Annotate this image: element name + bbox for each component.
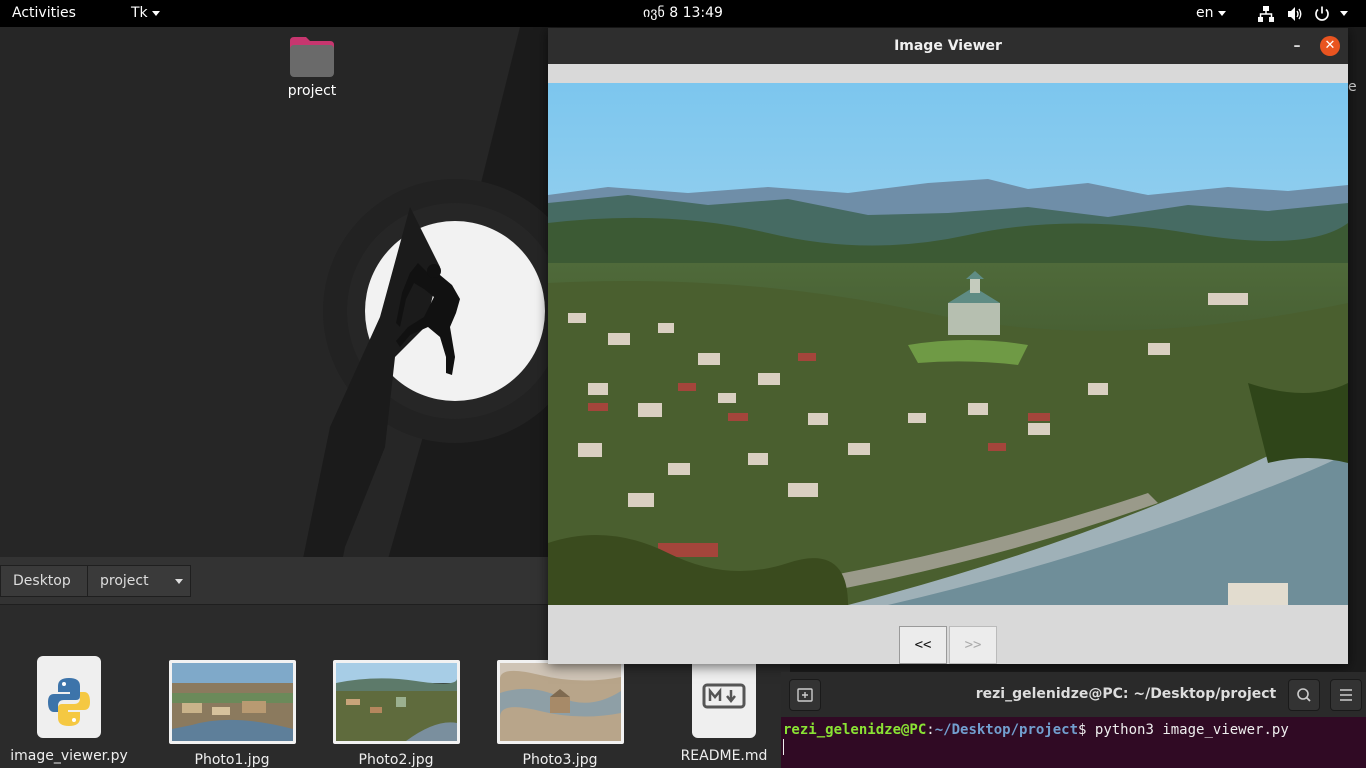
file-label: Photo1.jpg [194, 752, 270, 768]
displayed-photo [548, 83, 1348, 605]
hamburger-menu-icon [1340, 689, 1352, 701]
breadcrumb-project-label: project [100, 573, 149, 589]
search-button[interactable] [1288, 679, 1320, 711]
markdown-file-icon [692, 656, 756, 738]
prompt-user: rezi_gelenidze@PC [783, 722, 927, 738]
menu-button[interactable] [1330, 679, 1362, 711]
minimize-icon: – [1293, 38, 1301, 54]
image-thumbnail [496, 660, 624, 744]
photo2-thumbnail-image [335, 663, 457, 741]
top-bar: Activities Tk ივნ 8 13:49 en [0, 0, 1366, 27]
language-label: en [1196, 5, 1214, 21]
file-label: image_viewer.py [10, 748, 128, 764]
close-icon: ✕ [1324, 38, 1336, 53]
file-image-viewer-py[interactable]: image_viewer.py [8, 656, 130, 764]
app-menu-label: Tk [131, 5, 148, 21]
image-viewer-window: Image Viewer – ✕ << >> [548, 28, 1348, 664]
terminal-command: python3 image_viewer.py [1094, 722, 1289, 738]
desktop-edge-text: e [1348, 79, 1357, 95]
power-icon[interactable] [1313, 5, 1331, 23]
desktop-folder-project[interactable]: project [282, 35, 342, 99]
search-icon [1297, 688, 1311, 702]
photo1-thumbnail-image [171, 663, 293, 741]
activities-button[interactable]: Activities [12, 0, 76, 27]
file-label: Photo2.jpg [358, 752, 434, 768]
file-photo1[interactable]: Photo1.jpg [166, 660, 298, 768]
app-menu[interactable]: Tk [131, 0, 160, 27]
terminal-output[interactable]: rezi_gelenidze@PC:~/Desktop/project$ pyt… [783, 722, 1289, 738]
minimize-button[interactable]: – [1288, 37, 1306, 55]
close-button[interactable]: ✕ [1320, 36, 1340, 56]
chevron-down-icon [175, 579, 183, 584]
next-image-button[interactable]: >> [949, 626, 997, 664]
chevron-down-icon [151, 10, 160, 16]
terminal-titlebar[interactable]: rezi_gelenidze@PC: ~/Desktop/project [781, 672, 1366, 717]
language-selector[interactable]: en [1196, 0, 1226, 27]
folder-label: project [287, 83, 337, 99]
file-photo3[interactable]: Photo3.jpg [494, 660, 626, 768]
folder-icon [290, 37, 334, 77]
file-label: README.md [680, 748, 768, 764]
terminal-window: rezi_gelenidze@PC: ~/Desktop/project rez… [781, 672, 1366, 768]
prompt-path: ~/Desktop/project [934, 722, 1079, 738]
prompt-end: $ [1078, 722, 1095, 738]
window-titlebar[interactable]: Image Viewer – ✕ [548, 28, 1348, 64]
python-file-icon [37, 656, 101, 738]
new-tab-icon [797, 688, 813, 702]
breadcrumb-desktop[interactable]: Desktop [0, 565, 88, 597]
previous-image-button[interactable]: << [899, 626, 947, 664]
clock[interactable]: ივნ 8 13:49 [600, 0, 766, 27]
file-photo2[interactable]: Photo2.jpg [330, 660, 462, 768]
image-thumbnail [168, 660, 296, 744]
new-tab-button[interactable] [789, 679, 821, 711]
file-readme-md[interactable]: README.md [672, 656, 776, 764]
chevron-down-icon [1217, 10, 1226, 16]
breadcrumb-project[interactable]: project [87, 565, 191, 597]
photo3-thumbnail-image [499, 663, 621, 741]
window-title: Image Viewer [894, 38, 1002, 54]
volume-icon[interactable] [1286, 5, 1304, 23]
prompt-separator: : [926, 722, 935, 738]
chevron-down-icon[interactable] [1340, 11, 1348, 16]
terminal-title: rezi_gelenidze@PC: ~/Desktop/project [975, 686, 1277, 702]
terminal-cursor [783, 739, 784, 755]
image-thumbnail [332, 660, 460, 744]
file-label: Photo3.jpg [522, 752, 598, 768]
network-icon[interactable] [1257, 5, 1275, 23]
